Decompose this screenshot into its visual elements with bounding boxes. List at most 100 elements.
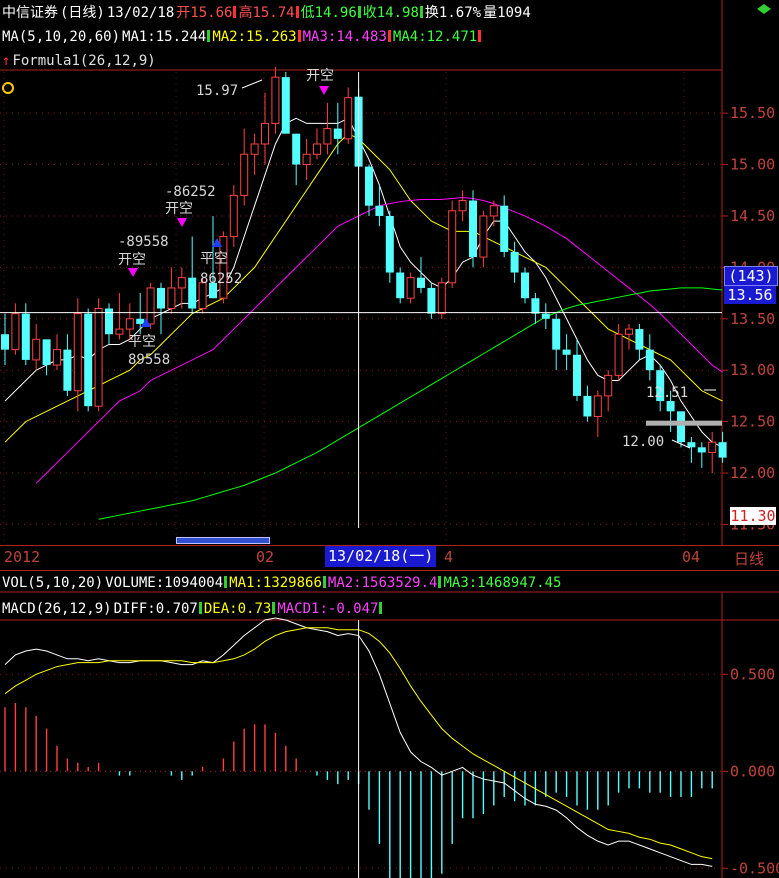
cursor-date-badge: 13/02/18(一) <box>325 546 437 567</box>
candle-body-down <box>157 287 165 309</box>
macd-params: MACD(26,12,9) <box>2 601 112 617</box>
ma-line-ma1 <box>4 117 723 448</box>
candle-body-up <box>146 287 155 325</box>
down-tick-icon <box>379 602 383 614</box>
time-label-04: 04 <box>682 548 701 566</box>
candle-body-down <box>385 215 394 273</box>
candle-body-down <box>718 442 727 458</box>
candle-body-up <box>271 76 280 124</box>
annotation-label: 开空 <box>165 201 193 217</box>
price-tick-label: 15.00 <box>730 156 775 174</box>
candle-body-up <box>125 318 134 330</box>
candle-body-up <box>167 287 176 310</box>
annotation-label: 开空 <box>118 252 146 268</box>
volume-total: VOLUME:1094004 <box>105 575 224 591</box>
candle-body-down <box>677 411 685 443</box>
candle-body-up <box>313 143 321 155</box>
price-tick-label: 13.50 <box>730 310 775 328</box>
dea-value: DEA:0.73 <box>203 601 272 617</box>
open-short-marker <box>128 268 138 277</box>
max-price-pointer <box>241 79 263 89</box>
price-tick-label: 13.00 <box>730 361 775 379</box>
diff-value: DIFF:0.707 <box>113 601 198 617</box>
time-label-02: 02 <box>256 548 275 566</box>
time-label-2012: 2012 <box>4 548 41 566</box>
price-marker-bar <box>646 420 722 426</box>
open-short-marker <box>177 218 187 227</box>
candle-body-down <box>417 277 425 288</box>
vol-ma1: MA1:1329866 <box>229 575 322 591</box>
price-tick-label: 12.00 <box>730 464 775 482</box>
down-tick-icon <box>438 576 442 588</box>
price-tick-label: 12.50 <box>730 413 775 431</box>
candle-body-down <box>500 205 509 252</box>
candle-body-up <box>229 194 238 238</box>
candle-body-up <box>489 205 498 217</box>
candle-body-up <box>115 328 124 335</box>
vol-legend: VOL(5,10,20) VOLUME:1094004 MA1:1329866 MA2… <box>2 574 563 592</box>
candle-body-up <box>604 374 613 397</box>
candle-body-up <box>614 333 623 376</box>
chart-canvas: 15.5015.0014.5014.0013.5013.0012.5012.00… <box>0 0 779 878</box>
vol-ma2: MA2:1563529.4 <box>327 575 438 591</box>
macd-axis-labels: 0.500 0.000 -0.500 <box>722 665 779 877</box>
candle-body-down <box>63 349 72 391</box>
scroll-thumb[interactable] <box>176 537 270 544</box>
macd-tick-label: -0.500 <box>730 859 779 877</box>
candle-body-up <box>406 277 415 299</box>
candle-body-down <box>292 133 301 165</box>
candle-body-down <box>645 349 654 371</box>
candle-body-down <box>531 298 540 314</box>
candle-body-down <box>510 251 519 273</box>
candle-body-down <box>573 354 581 396</box>
candle-body-down <box>562 349 571 355</box>
candle-body-down <box>396 272 405 299</box>
annotation-label: 86252 <box>200 271 242 287</box>
candle-body-up <box>177 277 186 289</box>
candle-body-up <box>11 313 20 351</box>
candle-body-down <box>1 334 9 350</box>
candle-body-down <box>84 313 93 407</box>
annotation-label: -89558 <box>118 234 169 250</box>
time-label-4: 4 <box>444 548 454 566</box>
candle-body-down <box>281 77 290 134</box>
candle-body-up <box>593 395 602 417</box>
candle-body-down <box>541 313 550 319</box>
candles <box>1 66 727 474</box>
candle-body-down <box>552 318 561 350</box>
cursor-price-badge: 13.56 <box>724 286 776 304</box>
candle-body-down <box>333 128 342 139</box>
candle-body-down <box>666 401 675 412</box>
candle-body-up <box>708 441 717 453</box>
candle-body-up <box>344 97 353 140</box>
candle-body-up <box>73 313 82 392</box>
last-price-badge: 11.30 <box>730 507 776 525</box>
candle-body-up <box>437 282 446 315</box>
candle-body-up <box>479 215 488 258</box>
down-tick-icon <box>224 576 228 588</box>
annotation-label: 89558 <box>128 352 170 368</box>
right-price-label: 12.51 <box>646 385 688 401</box>
candle-body-down <box>136 318 145 324</box>
max-price-label: 15.97 <box>196 83 238 99</box>
down-tick-icon <box>198 602 202 614</box>
cursor-count-badge: (143) <box>724 266 778 286</box>
annotation-label: 平空 <box>128 334 156 350</box>
vol-params: VOL(5,10,20) <box>2 575 104 591</box>
candle-body-up <box>458 200 467 212</box>
candle-body-down <box>469 200 477 258</box>
annotation-label: 开空 <box>306 68 334 84</box>
price-tick-label: 15.50 <box>730 104 775 122</box>
candle-body-up <box>94 308 103 407</box>
ma-line-ma4 <box>98 287 723 520</box>
candle-body-up <box>448 210 457 284</box>
candle-body-down <box>427 287 436 314</box>
price-axis-labels: 15.5015.0014.5014.0013.5013.0012.5012.00… <box>730 104 775 533</box>
candle-body-down <box>365 166 373 206</box>
candle-body-up <box>625 328 633 335</box>
period-button[interactable]: 日线 <box>734 548 764 569</box>
min-price-label: 12.00 <box>622 434 664 450</box>
macd-legend: MACD(26,12,9) DIFF:0.707 DEA:0.73 MACD1:-0.… <box>2 600 384 618</box>
crosshair <box>0 72 722 878</box>
candle-body-up <box>53 349 61 366</box>
